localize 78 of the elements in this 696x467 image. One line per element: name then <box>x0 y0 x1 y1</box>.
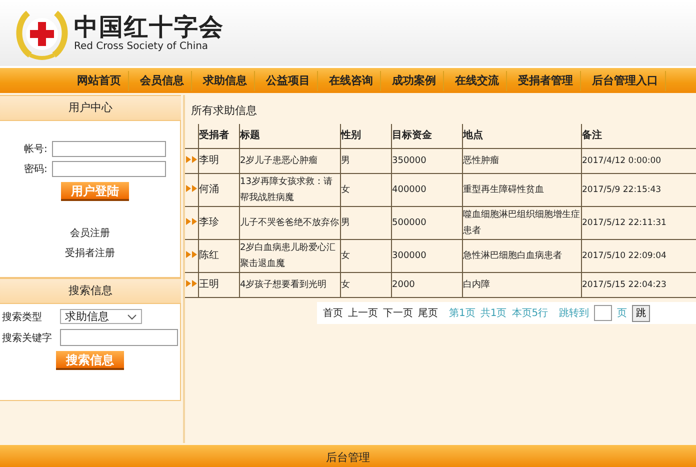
column-header: 地点 <box>462 124 582 148</box>
nav-link[interactable]: 成功案例 <box>385 70 444 90</box>
field-label: 帐号: <box>24 142 48 156</box>
table-cell: 400000 <box>392 174 462 206</box>
nav-link[interactable]: 求助信息 <box>196 70 255 90</box>
page-link[interactable]: 上一页 <box>348 306 378 320</box>
nav-link[interactable]: 公益项目 <box>259 70 318 90</box>
page-info: 第1页 <box>449 307 476 320</box>
nav-link[interactable]: 受捐者管理 <box>511 70 581 90</box>
table-cell: 儿子不哭爸爸绝不放弃你 <box>240 206 340 240</box>
table-cell: 4岁孩子想要看到光明 <box>240 272 340 298</box>
table-cell: 男 <box>340 148 392 174</box>
type-dropdown[interactable]: 求助信息 <box>60 309 142 324</box>
jump-button[interactable]: 跳 <box>632 304 650 322</box>
panel-header: 搜索信息 <box>0 278 181 303</box>
page-info: 共1页 <box>480 306 507 320</box>
double-arrow-icon <box>186 218 197 225</box>
double-arrow-icon <box>186 156 197 163</box>
nav-link[interactable]: 在线交流 <box>448 70 507 90</box>
column-header: 标题 <box>240 124 340 148</box>
chevron-down-icon <box>127 314 137 320</box>
column-header: 性别 <box>340 124 392 148</box>
panel-header: 用户中心 <box>0 95 181 120</box>
table-cell: 2岁儿子患恶心肿瘤 <box>240 148 340 174</box>
page-label: 页 <box>617 307 628 320</box>
page-link[interactable]: 尾页 <box>418 306 438 320</box>
field-label: 搜索类型 <box>2 310 43 324</box>
table-cell: 2000 <box>392 272 462 298</box>
table-cell: 女 <box>340 174 392 206</box>
table-cell: 2017/5/15 22:04:23 <box>582 272 696 298</box>
column-header: 受捐者 <box>198 124 240 148</box>
table-cell: 噬血细胞淋巴组织细胞增生症患者 <box>462 206 582 240</box>
double-arrow-icon <box>186 251 197 258</box>
nav-link[interactable]: 后台管理入口 <box>585 70 666 90</box>
table-cell: 白内障 <box>462 272 582 298</box>
table-cell: 恶性肿瘤 <box>462 148 582 174</box>
nav-link[interactable]: 会员信息 <box>133 70 192 90</box>
register-link[interactable]: 会员注册 <box>70 227 110 241</box>
jump-label: 跳转到 <box>559 306 590 320</box>
table-cell: 陈红 <box>198 240 240 272</box>
table-cell: 2017/5/12 22:11:31 <box>582 206 696 240</box>
table-cell: 2017/5/9 22:15:43 <box>582 174 696 206</box>
table-cell: 急性淋巴细胞白血病患者 <box>462 240 582 272</box>
page-link[interactable]: 下一页 <box>383 306 413 320</box>
table-cell: 王明 <box>198 272 240 298</box>
account-field[interactable] <box>52 141 166 157</box>
password-field[interactable] <box>52 161 166 177</box>
field-label: 密码: <box>24 162 48 176</box>
table-cell: 男 <box>340 206 392 240</box>
keyword-field[interactable] <box>60 329 178 346</box>
page-link[interactable]: 首页 <box>323 306 343 320</box>
page-number-field[interactable] <box>594 305 612 321</box>
table-cell: 2017/4/12 0:00:00 <box>582 148 696 174</box>
double-arrow-icon <box>186 185 197 192</box>
page-info: 本页5行 <box>512 306 548 320</box>
section-heading: 所有求助信息 <box>190 103 258 119</box>
table-cell: 300000 <box>392 240 462 272</box>
table-cell: 350000 <box>392 148 462 174</box>
field-label: 搜索关键字 <box>2 332 53 344</box>
logo-subtitle: Red Cross Society of China <box>74 41 210 53</box>
table-cell: 女 <box>340 240 392 272</box>
nav-link[interactable]: 网站首页 <box>70 70 129 90</box>
footer-text: 后台管理 <box>326 451 370 464</box>
table-cell: 女 <box>340 272 392 298</box>
table-cell: 重型再生障碍性贫血 <box>462 174 582 206</box>
nav-link[interactable]: 在线咨询 <box>322 70 381 90</box>
register-link[interactable]: 受捐者注册 <box>65 247 115 261</box>
table-cell: 13岁再障女孩求救：请帮我战胜病魔 <box>240 174 340 206</box>
logo-title: 中国红十字会 <box>74 13 224 41</box>
table-cell: 2岁白血病患儿盼爱心汇聚击退血魔 <box>240 240 340 272</box>
column-header: 目标资金 <box>392 124 462 148</box>
table-cell: 李明 <box>198 148 240 174</box>
table-cell: 何涌 <box>198 174 240 206</box>
table-cell: 500000 <box>392 206 462 240</box>
column-header: 备注 <box>582 124 696 148</box>
table-cell: 2017/5/10 22:09:04 <box>582 240 696 272</box>
table-cell: 李珍 <box>198 206 240 240</box>
double-arrow-icon <box>186 280 197 287</box>
